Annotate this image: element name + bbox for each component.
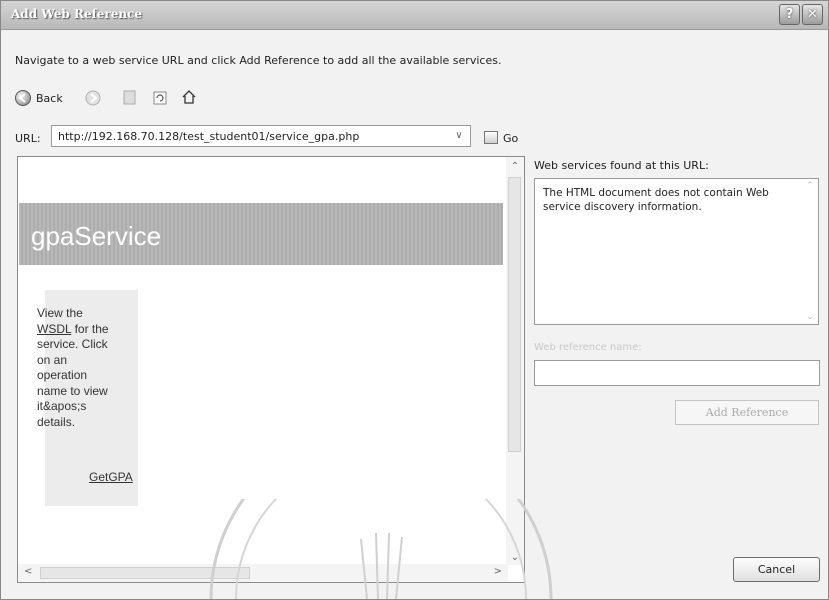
scroll-left-icon[interactable]: < [24,566,32,577]
horizontal-scroll-thumb[interactable] [40,567,250,579]
scroll-down-icon[interactable]: ⌄ [509,552,521,563]
services-found-list[interactable]: The HTML document does not contain Web s… [534,178,819,325]
horizontal-scrollbar[interactable]: < > [18,564,508,582]
go-label: Go [503,132,519,145]
vertical-scrollbar[interactable]: ⌃ ⌄ [506,157,524,565]
add-web-reference-dialog: Add Web Reference ? ✕ Navigate to a web … [0,0,829,600]
dialog-title: Add Web Reference [11,7,142,21]
services-found-label: Web services found at this URL: [534,159,709,172]
wsdl-link[interactable]: WSDL [37,322,71,336]
url-label: URL: [15,132,41,145]
go-button[interactable]: Go [484,130,524,148]
scroll-down-icon[interactable]: ⌄ [804,312,816,322]
scroll-right-icon[interactable]: > [494,566,502,577]
web-browser-pane[interactable]: gpaService View the WSDL for the service… [17,156,525,583]
go-icon [484,131,498,144]
back-button[interactable]: Back [15,87,77,109]
title-bar: Add Web Reference ? ✕ [1,1,828,30]
chevron-down-icon[interactable]: ∨ [452,128,466,144]
services-found-message: The HTML document does not contain Web s… [543,187,769,213]
web-reference-name-label: Web reference name: [534,342,642,353]
description-intro: View the [37,306,83,320]
service-banner: gpaService [19,203,503,265]
operation-link-getgpa[interactable]: GetGPA [89,470,133,484]
service-title: gpaService [31,221,162,251]
back-label: Back [36,92,63,105]
description-rest: for the service. Click on an operation n… [37,321,109,429]
back-arrow-icon [15,90,31,106]
cancel-button[interactable]: Cancel [733,557,820,582]
refresh-icon[interactable] [153,90,168,109]
web-reference-name-input[interactable] [534,360,820,386]
home-icon[interactable] [181,89,197,108]
url-value: http://192.168.70.128/test_student01/ser… [58,130,360,143]
scroll-up-icon[interactable]: ⌃ [509,161,521,172]
add-reference-button[interactable]: Add Reference [675,400,819,425]
services-list-scrollbar[interactable]: ⌃ ⌄ [804,181,816,322]
close-button[interactable]: ✕ [802,4,823,25]
forward-arrow-icon[interactable] [85,90,101,109]
instruction-text: Navigate to a web service URL and click … [15,54,502,67]
scroll-up-icon[interactable]: ⌃ [804,181,816,191]
vertical-scroll-thumb[interactable] [508,177,521,452]
service-description: View the WSDL for the service. Click on … [37,306,117,430]
url-input[interactable]: http://192.168.70.128/test_student01/ser… [51,125,471,147]
help-button[interactable]: ? [779,4,800,25]
stop-icon[interactable] [123,90,137,109]
